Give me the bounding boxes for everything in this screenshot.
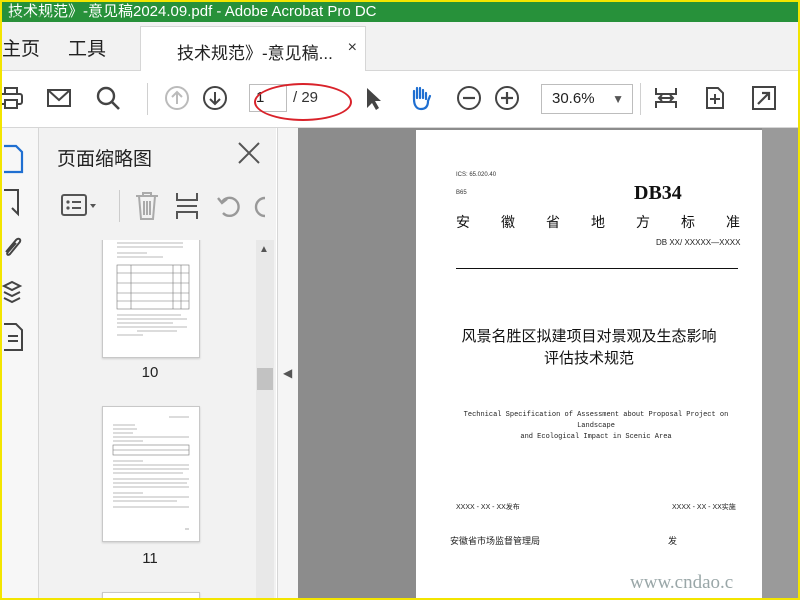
thumbnail-page-12[interactable] <box>102 592 200 598</box>
red-annotation-circle <box>254 83 352 121</box>
standard-number: DB XX/ XXXXX—XXXX <box>656 238 741 247</box>
divider <box>456 268 738 269</box>
prev-page-icon[interactable] <box>162 83 192 113</box>
tab-row: 主页 工具 技术规范》-意见稿... × <box>2 22 798 71</box>
standard-type-char: 方 <box>636 214 650 230</box>
thumbnail-label: 11 <box>142 550 158 567</box>
standard-type: 安 徽 省 地 方 标 准 <box>456 212 740 232</box>
hand-tool-icon[interactable] <box>405 83 435 113</box>
full-screen-icon[interactable] <box>749 83 779 113</box>
left-rail <box>2 128 39 598</box>
zoom-select[interactable]: 30.6% ▼ <box>541 84 633 114</box>
document-margin <box>762 128 798 598</box>
delete-pages-icon[interactable] <box>133 190 161 227</box>
implement-date: XXXX - XX - XX实施 <box>672 504 736 511</box>
thumbnail-page-11[interactable] <box>102 406 200 542</box>
close-tab-icon[interactable]: × <box>348 39 357 57</box>
panel-title: 页面缩略图 <box>57 149 153 170</box>
tab-home[interactable]: 主页 <box>2 34 40 61</box>
attachment-icon[interactable] <box>2 232 28 262</box>
standard-type-char: 准 <box>726 214 740 230</box>
classification-code: B65 <box>456 190 467 196</box>
toolbar-separator <box>640 83 641 115</box>
standard-type-char: 地 <box>591 214 605 230</box>
close-panel-icon[interactable] <box>236 140 262 166</box>
issuing-authority: 安徽省市场监督管理局 <box>450 536 541 546</box>
site-watermark: www.cndao.c <box>630 572 734 593</box>
rotate-page-icon[interactable] <box>700 83 730 113</box>
thumbnails-panel: 页面缩略图 10 11 ▲ <box>39 128 276 598</box>
title-line: 风景名胜区拟建项目对景观及生态影响 <box>461 328 717 345</box>
collapse-arrow-icon: ◀ <box>283 366 293 380</box>
standard-type-char: 省 <box>546 214 560 230</box>
document-title-cn: 风景名胜区拟建项目对景观及生态影响 评估技术规范 <box>416 326 762 370</box>
tab-tools[interactable]: 工具 <box>68 34 106 61</box>
toolbar-separator <box>147 83 148 115</box>
scrollbar-thumb[interactable] <box>257 368 273 390</box>
panel-separator <box>119 190 120 222</box>
rotate-clockwise-icon[interactable] <box>253 192 273 225</box>
zoom-in-icon[interactable] <box>492 83 522 113</box>
print-icon[interactable] <box>2 83 26 113</box>
thumbnail-label: 10 <box>141 364 159 381</box>
rotate-counterclockwise-icon[interactable] <box>215 192 243 225</box>
title-line: Technical Specification of Assessment ab… <box>463 411 729 430</box>
chevron-down-icon: ▼ <box>612 92 624 106</box>
page-content-icon[interactable] <box>2 322 28 352</box>
insert-page-icon[interactable] <box>173 190 201 227</box>
thumbnail-options-icon[interactable] <box>61 194 101 223</box>
select-cursor-icon[interactable] <box>358 83 388 113</box>
document-title-en: Technical Specification of Assessment ab… <box>446 410 746 443</box>
bookmark-icon[interactable] <box>2 188 28 218</box>
next-page-icon[interactable] <box>200 83 230 113</box>
standard-type-char: 标 <box>681 214 695 230</box>
app-window: 技术规范》-意见稿2024.09.pdf - Adobe Acrobat Pro… <box>0 0 800 600</box>
title-line: and Ecological Impact in Scenic Area <box>520 433 672 441</box>
publish-date: XXXX - XX - XX发布 <box>456 504 520 511</box>
title-bar: 技术规范》-意见稿2024.09.pdf - Adobe Acrobat Pro… <box>2 2 798 22</box>
thumbnail-scrollbar[interactable]: ▲ <box>256 240 274 598</box>
standard-prefix: DB34 <box>634 182 682 204</box>
zoom-out-icon[interactable] <box>454 83 484 113</box>
standard-type-char: 徽 <box>501 214 515 230</box>
document-view[interactable]: ICS: 65.020.40 B65 DB34 安 徽 省 地 方 标 准 DB… <box>298 128 798 598</box>
standard-type-char: 安 <box>456 214 470 230</box>
thumbnail-page-10[interactable] <box>102 240 200 358</box>
page-thumbnails-icon[interactable] <box>2 144 28 174</box>
thumbnail-list: 10 11 <box>39 240 257 598</box>
document-tab-label: 技术规范》-意见稿... <box>177 44 333 63</box>
issue-label: 发 <box>668 536 678 546</box>
zoom-value: 30.6% <box>552 90 595 107</box>
window-title: 技术规范》-意见稿2024.09.pdf - Adobe Acrobat Pro… <box>8 3 377 20</box>
scroll-up-icon[interactable]: ▲ <box>259 244 269 255</box>
search-icon[interactable] <box>93 83 123 113</box>
email-icon[interactable] <box>44 83 74 113</box>
toolbar: 1 / 29 30.6% ▼ <box>2 71 798 128</box>
panel-toolbar <box>39 186 276 226</box>
document-page: ICS: 65.020.40 B65 DB34 安 徽 省 地 方 标 准 DB… <box>416 130 762 598</box>
fit-width-icon[interactable] <box>651 83 681 113</box>
title-line: 评估技术规范 <box>543 350 634 367</box>
document-tab[interactable]: 技术规范》-意见稿... × <box>140 26 366 71</box>
ics-code: ICS: 65.020.40 <box>456 172 497 178</box>
layers-icon[interactable] <box>2 278 28 308</box>
collapse-panel-handle[interactable]: ◀ <box>277 128 299 598</box>
